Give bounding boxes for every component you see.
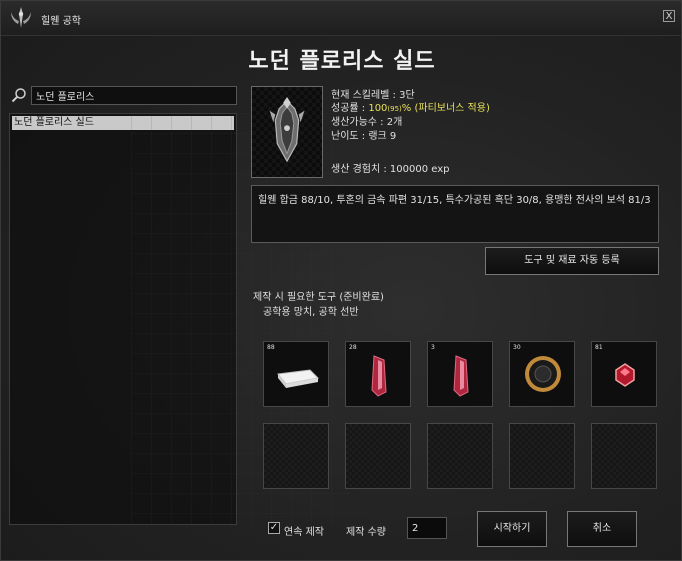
alloy-ingot-icon xyxy=(277,369,320,388)
empty-slot[interactable] xyxy=(427,423,493,489)
slot-count: 88 xyxy=(267,344,275,351)
engineering-emblem-icon xyxy=(11,7,31,28)
material-slot[interactable]: 28 xyxy=(345,341,411,407)
item-title: 노던 플로리스 실드 xyxy=(248,49,436,74)
exp-text: 생산 경험치 : 100000 exp xyxy=(331,164,450,175)
difficulty-text: 난이도 : 랭크 9 xyxy=(331,131,397,142)
search-input[interactable] xyxy=(31,86,237,105)
empty-slot[interactable] xyxy=(591,423,657,489)
producible-count-text: 생산가능수 : 2개 xyxy=(331,117,403,128)
empty-slot[interactable] xyxy=(345,423,411,489)
material-slot[interactable]: 88 xyxy=(263,341,329,407)
crafting-window: 힐웬 공학 X 노던 플로리스 실드 노던 플로리스 실드 현재 스킬레벨 : … xyxy=(0,0,682,561)
shield-icon xyxy=(269,97,305,163)
slot-count: 81 xyxy=(595,344,603,351)
search-icon[interactable] xyxy=(11,87,27,103)
metal-shard-icon xyxy=(371,355,387,397)
material-slot[interactable]: 81 xyxy=(591,341,657,407)
slot-count: 3 xyxy=(431,344,435,351)
quantity-label: 제작 수량 xyxy=(346,527,386,538)
ebony-disc-icon xyxy=(525,356,561,392)
continuous-craft-checkbox[interactable]: ✓ xyxy=(268,522,280,534)
quantity-input[interactable] xyxy=(407,517,447,539)
title-bar[interactable]: 힐웬 공학 X xyxy=(1,1,681,36)
close-button[interactable]: X xyxy=(663,10,675,22)
slot-count: 30 xyxy=(513,344,521,351)
item-icon-frame xyxy=(251,86,323,178)
success-rate-text: 성공률 : 100(95)% (파티보너스 적용) xyxy=(331,99,490,114)
required-tools-list: 공학용 망치, 공학 선반 xyxy=(263,307,359,318)
start-button[interactable]: 시작하기 xyxy=(477,511,547,547)
cancel-button[interactable]: 취소 xyxy=(567,511,637,547)
materials-text: 힐웬 합금 88/10, 투혼의 금속 파편 31/15, 특수가공된 흑단 3… xyxy=(251,185,659,243)
empty-slot[interactable] xyxy=(263,423,329,489)
auto-register-button[interactable]: 도구 및 재료 자동 등록 xyxy=(485,247,659,275)
material-slot[interactable]: 3 xyxy=(427,341,493,407)
empty-slot[interactable] xyxy=(509,423,575,489)
success-small: (95) xyxy=(387,105,402,113)
window-title: 힐웬 공학 xyxy=(41,16,81,27)
slot-count: 28 xyxy=(349,344,357,351)
continuous-craft-label: 연속 제작 xyxy=(284,527,324,538)
metal-shard-icon xyxy=(453,355,469,397)
material-slot[interactable]: 30 xyxy=(509,341,575,407)
required-tools-label: 제작 시 필요한 도구 (준비완료) xyxy=(253,292,384,303)
red-gem-icon xyxy=(615,363,635,387)
success-suffix: % (파티보너스 적용) xyxy=(401,103,490,114)
